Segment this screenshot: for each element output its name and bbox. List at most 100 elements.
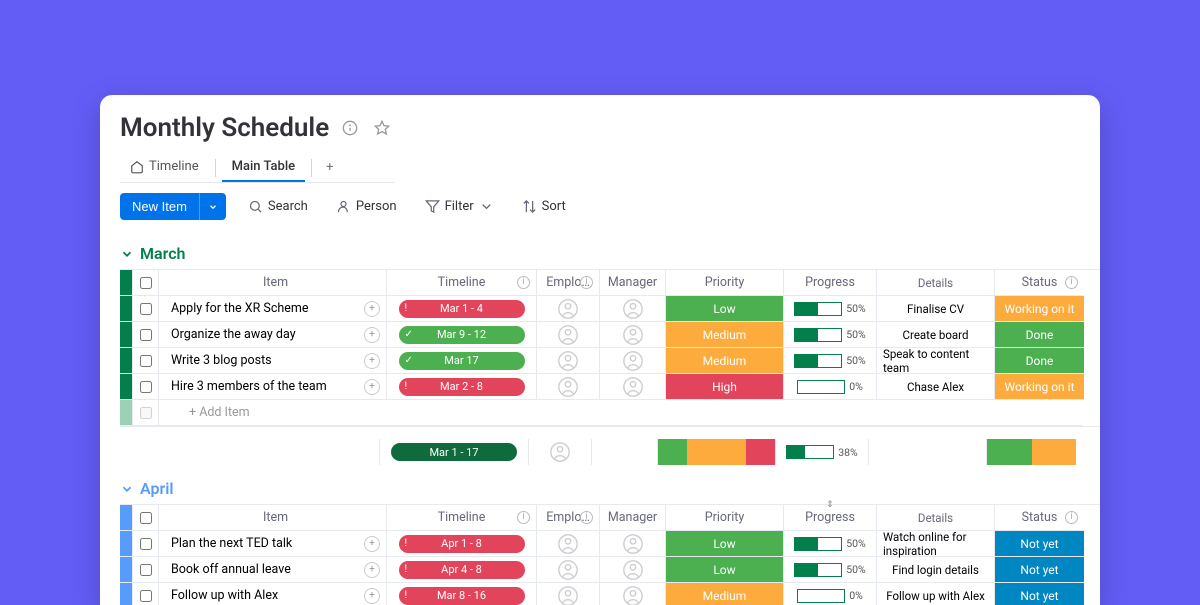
cell-progress[interactable]: 50% bbox=[784, 557, 877, 583]
cell-status[interactable]: Working on it bbox=[995, 374, 1084, 400]
column-header-details[interactable]: Details bbox=[877, 270, 995, 296]
select-all-checkbox[interactable] bbox=[133, 505, 159, 531]
tab-main-table[interactable]: Main Table bbox=[222, 153, 306, 182]
add-subitem-icon[interactable]: + bbox=[364, 588, 380, 604]
sort-button[interactable]: Sort bbox=[516, 195, 572, 218]
group-header-april[interactable]: April bbox=[120, 479, 1100, 498]
column-header-item[interactable]: Item bbox=[159, 505, 387, 531]
cell-item[interactable]: Organize the away day+ bbox=[159, 322, 387, 348]
cell-employee[interactable] bbox=[537, 348, 600, 374]
cell-item[interactable]: Plan the next TED talk+ bbox=[159, 531, 387, 557]
table-row[interactable]: Write 3 blog posts+✓Mar 17Medium50%Speak… bbox=[120, 348, 1100, 374]
column-header-status[interactable]: Statusi bbox=[995, 270, 1084, 296]
cell-item[interactable]: Hire 3 members of the team+ bbox=[159, 374, 387, 400]
cell-progress[interactable]: 50% bbox=[784, 322, 877, 348]
cell-manager[interactable] bbox=[600, 583, 666, 605]
cell-progress[interactable]: 50% bbox=[784, 348, 877, 374]
cell-manager[interactable] bbox=[600, 322, 666, 348]
column-header-item[interactable]: Item bbox=[159, 270, 387, 296]
row-checkbox[interactable] bbox=[133, 583, 159, 605]
cell-status[interactable]: Done bbox=[995, 322, 1084, 348]
cell-employee[interactable] bbox=[537, 531, 600, 557]
person-icon[interactable] bbox=[557, 559, 579, 581]
row-checkbox[interactable] bbox=[133, 296, 159, 322]
column-header-timeline[interactable]: Timelinei bbox=[387, 505, 537, 531]
drag-handle-icon[interactable]: ⇕ bbox=[826, 500, 834, 510]
cell-priority[interactable]: Low bbox=[666, 296, 784, 322]
person-icon[interactable] bbox=[622, 585, 644, 605]
cell-manager[interactable] bbox=[600, 557, 666, 583]
cell-progress[interactable]: 0% bbox=[784, 583, 877, 605]
cell-timeline[interactable]: ✓Mar 17 bbox=[387, 348, 537, 374]
table-row[interactable]: Organize the away day+✓Mar 9 - 12Medium5… bbox=[120, 322, 1100, 348]
cell-timeline[interactable]: ✓Mar 9 - 12 bbox=[387, 322, 537, 348]
new-item-button[interactable]: New Item bbox=[120, 193, 199, 220]
info-icon[interactable]: i bbox=[580, 511, 593, 524]
person-icon[interactable] bbox=[557, 533, 579, 555]
add-subitem-icon[interactable]: + bbox=[364, 327, 380, 343]
cell-priority[interactable]: High bbox=[666, 374, 784, 400]
column-header-manager[interactable]: Manager bbox=[600, 505, 666, 531]
cell-manager[interactable] bbox=[600, 348, 666, 374]
new-item-dropdown[interactable] bbox=[199, 193, 226, 220]
table-row[interactable]: Plan the next TED talk+!Apr 1 - 8Low50%W… bbox=[120, 531, 1100, 557]
person-icon[interactable] bbox=[622, 350, 644, 372]
info-icon[interactable]: i bbox=[580, 276, 593, 289]
row-checkbox[interactable] bbox=[133, 348, 159, 374]
cell-details[interactable]: Finalise CV bbox=[877, 296, 995, 322]
column-header-employee[interactable]: Emplo…i bbox=[537, 505, 600, 531]
person-button[interactable]: Person bbox=[330, 195, 403, 218]
table-row[interactable]: Book off annual leave+!Apr 4 - 8Low50%Fi… bbox=[120, 557, 1100, 583]
column-header-priority[interactable]: Priority bbox=[666, 505, 784, 531]
add-subitem-icon[interactable]: + bbox=[364, 301, 380, 317]
row-checkbox[interactable] bbox=[133, 557, 159, 583]
table-row[interactable]: Hire 3 members of the team+!Mar 2 - 8Hig… bbox=[120, 374, 1100, 400]
tab-add[interactable]: + bbox=[318, 156, 341, 179]
cell-manager[interactable] bbox=[600, 296, 666, 322]
cell-details[interactable]: Create board bbox=[877, 322, 995, 348]
info-icon[interactable]: i bbox=[1065, 276, 1078, 289]
cell-manager[interactable] bbox=[600, 374, 666, 400]
cell-priority[interactable]: Low bbox=[666, 531, 784, 557]
column-header-priority[interactable]: Priority bbox=[666, 270, 784, 296]
person-icon[interactable] bbox=[557, 585, 579, 605]
person-icon[interactable] bbox=[622, 298, 644, 320]
star-icon[interactable] bbox=[371, 117, 393, 139]
column-header-details[interactable]: Details bbox=[877, 505, 995, 531]
column-header-progress[interactable]: ⇕Progress bbox=[784, 505, 877, 531]
column-header-status[interactable]: Statusi bbox=[995, 505, 1084, 531]
cell-item[interactable]: Follow up with Alex+ bbox=[159, 583, 387, 605]
cell-timeline[interactable]: !Mar 1 - 4 bbox=[387, 296, 537, 322]
cell-timeline[interactable]: !Apr 4 - 8 bbox=[387, 557, 537, 583]
group-header-march[interactable]: March bbox=[120, 244, 1100, 263]
table-row[interactable]: Apply for the XR Scheme+!Mar 1 - 4Low50%… bbox=[120, 296, 1100, 322]
add-item-button[interactable]: + Add Item bbox=[159, 400, 1083, 426]
tab-timeline[interactable]: Timeline bbox=[120, 153, 209, 182]
column-header-progress[interactable]: Progress bbox=[784, 270, 877, 296]
cell-item[interactable]: Apply for the XR Scheme+ bbox=[159, 296, 387, 322]
cell-details[interactable]: Speak to content team bbox=[877, 348, 995, 374]
search-button[interactable]: Search bbox=[242, 195, 314, 218]
person-icon[interactable] bbox=[549, 441, 571, 463]
cell-timeline[interactable]: !Mar 8 - 16 bbox=[387, 583, 537, 605]
cell-priority[interactable]: Low bbox=[666, 557, 784, 583]
cell-manager[interactable] bbox=[600, 531, 666, 557]
row-checkbox[interactable] bbox=[133, 531, 159, 557]
row-checkbox[interactable] bbox=[133, 374, 159, 400]
column-header-manager[interactable]: Manager bbox=[600, 270, 666, 296]
cell-employee[interactable] bbox=[537, 296, 600, 322]
cell-employee[interactable] bbox=[537, 374, 600, 400]
cell-employee[interactable] bbox=[537, 583, 600, 605]
row-checkbox[interactable] bbox=[133, 322, 159, 348]
table-row[interactable]: Follow up with Alex+!Mar 8 - 16Medium0%F… bbox=[120, 583, 1100, 605]
cell-status[interactable]: Not yet bbox=[995, 557, 1084, 583]
add-subitem-icon[interactable]: + bbox=[364, 379, 380, 395]
cell-status[interactable]: Not yet bbox=[995, 583, 1084, 605]
filter-button[interactable]: Filter bbox=[419, 195, 500, 218]
select-all-checkbox[interactable] bbox=[133, 270, 159, 296]
info-icon[interactable] bbox=[339, 117, 361, 139]
person-icon[interactable] bbox=[557, 298, 579, 320]
person-icon[interactable] bbox=[622, 559, 644, 581]
person-icon[interactable] bbox=[557, 350, 579, 372]
cell-priority[interactable]: Medium bbox=[666, 583, 784, 605]
